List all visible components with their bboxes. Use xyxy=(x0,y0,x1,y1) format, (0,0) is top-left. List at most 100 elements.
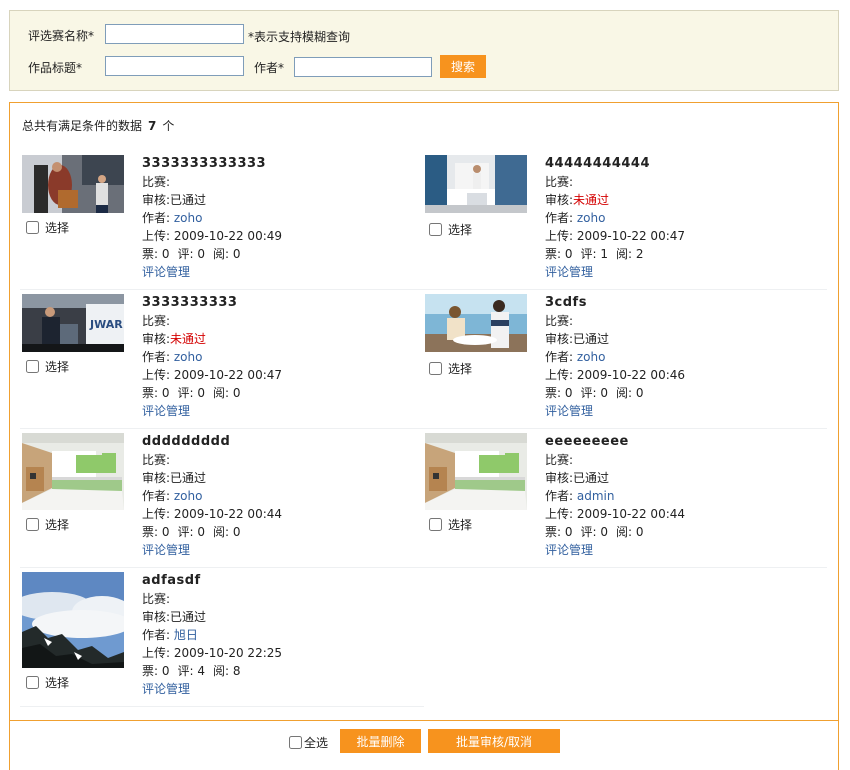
contest-label: 比赛: xyxy=(545,175,574,189)
work-title: 3333333333 xyxy=(142,295,238,310)
work-thumbnail[interactable]: JWAR xyxy=(22,294,124,352)
comment-label: 评: xyxy=(177,386,194,400)
contest-row: 比赛: xyxy=(142,173,282,191)
work-thumbnail[interactable] xyxy=(425,294,527,352)
select-checkbox[interactable] xyxy=(429,518,442,531)
author-link[interactable]: zoho xyxy=(577,350,606,364)
review-status: 已通过 xyxy=(170,471,207,485)
select-all-checkbox[interactable] xyxy=(289,736,302,749)
work-info: adfasdf 比赛: 审核:已通过 作者: 旭日 上传: 2009-10-20 22:… xyxy=(142,572,282,698)
work-thumbnail[interactable] xyxy=(425,155,527,213)
upload-row: 上传: 2009-10-22 00:47 xyxy=(545,227,685,245)
select-work[interactable]: 选择 xyxy=(26,516,69,533)
stats-row: 票: 0 评: 1 阅: 2 xyxy=(545,245,685,263)
view-count: 0 xyxy=(635,386,644,400)
select-work[interactable]: 选择 xyxy=(429,516,472,533)
select-checkbox[interactable] xyxy=(26,360,39,373)
author-link[interactable]: 旭日 xyxy=(174,628,198,642)
select-label: 选择 xyxy=(448,223,473,237)
upload-time: 2009-10-22 00:49 xyxy=(173,229,283,243)
card-divider xyxy=(423,289,827,290)
select-checkbox[interactable] xyxy=(26,221,39,234)
work-thumbnail[interactable] xyxy=(425,433,527,510)
comment-manage-link[interactable]: 评论管理 xyxy=(545,543,593,557)
upload-time: 2009-10-22 00:44 xyxy=(576,507,686,521)
comment-manage-row: 评论管理 xyxy=(545,541,685,559)
vote-label: 票: xyxy=(142,247,159,261)
view-count: 0 xyxy=(232,525,241,539)
vote-label: 票: xyxy=(545,525,562,539)
comment-count: 0 xyxy=(600,386,609,400)
upload-label: 上传: xyxy=(545,229,574,243)
contest-label: 比赛: xyxy=(142,175,171,189)
review-status: 未通过 xyxy=(170,332,207,346)
select-work[interactable]: 选择 xyxy=(26,674,69,691)
review-row: 审核:未通过 xyxy=(142,330,282,348)
select-checkbox[interactable] xyxy=(429,223,442,236)
review-row: 审核:已通过 xyxy=(142,469,282,487)
review-label: 审核: xyxy=(545,332,574,346)
competition-name-input[interactable] xyxy=(105,24,244,44)
work-card: 选择 44444444444 比赛: 审核:未通过 作者: zoho 上传: 2009-1… xyxy=(423,155,827,290)
author-link[interactable]: zoho xyxy=(174,350,203,364)
author-label: 作者: xyxy=(142,211,171,225)
select-work[interactable]: 选择 xyxy=(26,219,69,236)
work-info: eeeeeeeee 比赛: 审核:已通过 作者: admin 上传: 2009-10-2… xyxy=(545,433,685,559)
author-label: 作者* xyxy=(254,61,285,75)
author-row: 作者: 旭日 xyxy=(142,626,282,644)
vote-label: 票: xyxy=(545,386,562,400)
vote-label: 票: xyxy=(142,525,159,539)
author-row: 作者: admin xyxy=(545,487,685,505)
select-all-toggle[interactable]: 全选 xyxy=(289,734,328,751)
work-card: 选择 3333333333333 比赛: 审核:已通过 作者: zoho 上传: 2009… xyxy=(20,155,424,290)
batch-review-button[interactable]: 批量审核/取消 xyxy=(428,729,560,753)
view-count: 0 xyxy=(232,386,241,400)
select-checkbox[interactable] xyxy=(429,362,442,375)
author-link[interactable]: zoho xyxy=(174,211,203,225)
comment-manage-link[interactable]: 评论管理 xyxy=(142,543,190,557)
author-link[interactable]: admin xyxy=(577,489,615,503)
work-title-input[interactable] xyxy=(105,56,244,76)
upload-label: 上传: xyxy=(545,507,574,521)
comment-count: 4 xyxy=(197,664,206,678)
comment-manage-link[interactable]: 评论管理 xyxy=(142,682,190,696)
author-link[interactable]: zoho xyxy=(174,489,203,503)
work-card: 选择 3cdfs 比赛: 审核:已通过 作者: zoho 上传: 2009-10-22 0… xyxy=(423,294,827,429)
comment-manage-row: 评论管理 xyxy=(545,402,685,420)
select-work[interactable]: 选择 xyxy=(429,221,472,238)
select-label: 选择 xyxy=(448,518,473,532)
comment-manage-link[interactable]: 评论管理 xyxy=(142,404,190,418)
comment-label: 评: xyxy=(177,247,194,261)
author-label: 作者: xyxy=(142,489,171,503)
stats-row: 票: 0 评: 4 阅: 8 xyxy=(142,662,282,680)
upload-row: 上传: 2009-10-22 00:49 xyxy=(142,227,282,245)
upload-row: 上传: 2009-10-22 00:44 xyxy=(545,505,685,523)
work-thumbnail[interactable] xyxy=(22,155,124,213)
review-label: 审核: xyxy=(142,193,171,207)
comment-manage-link[interactable]: 评论管理 xyxy=(545,404,593,418)
comment-manage-link[interactable]: 评论管理 xyxy=(142,265,190,279)
vote-count: 0 xyxy=(564,525,573,539)
comment-manage-link[interactable]: 评论管理 xyxy=(545,265,593,279)
search-button[interactable]: 搜索 xyxy=(440,55,486,78)
card-divider xyxy=(20,706,424,707)
vote-count: 0 xyxy=(564,386,573,400)
work-thumbnail[interactable] xyxy=(22,572,124,668)
upload-row: 上传: 2009-10-22 00:44 xyxy=(142,505,282,523)
author-link[interactable]: zoho xyxy=(577,211,606,225)
select-checkbox[interactable] xyxy=(26,518,39,531)
select-work[interactable]: 选择 xyxy=(429,360,472,377)
select-checkbox[interactable] xyxy=(26,676,39,689)
batch-delete-button[interactable]: 批量删除 xyxy=(340,729,421,753)
author-label: 作者: xyxy=(545,350,574,364)
review-row: 审核:已通过 xyxy=(142,608,282,626)
upload-row: 上传: 2009-10-22 00:46 xyxy=(545,366,685,384)
view-label: 阅: xyxy=(213,247,230,261)
select-work[interactable]: 选择 xyxy=(26,358,69,375)
vote-count: 0 xyxy=(564,247,573,261)
work-card: 选择 adfasdf 比赛: 审核:已通过 作者: 旭日 上传: 2009-10-20 2… xyxy=(20,572,424,707)
work-title: 3cdfs xyxy=(545,295,587,310)
work-thumbnail[interactable] xyxy=(22,433,124,510)
contest-label: 比赛: xyxy=(142,314,171,328)
author-input[interactable] xyxy=(294,57,432,77)
